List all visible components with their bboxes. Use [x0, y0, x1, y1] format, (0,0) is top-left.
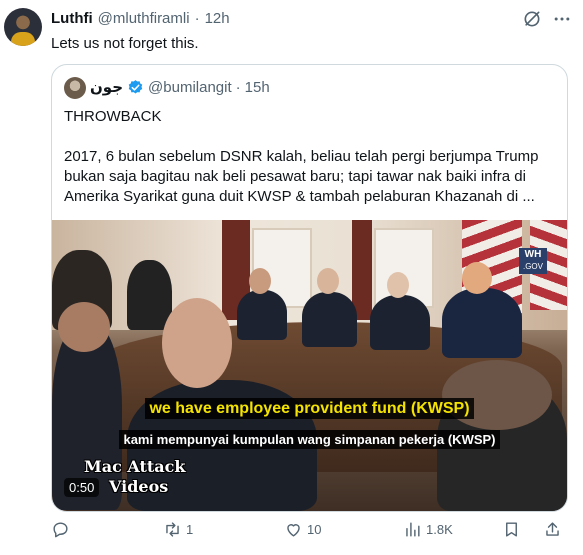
- watermark-line: Videos: [109, 477, 169, 496]
- quoted-author-avatar: [64, 77, 86, 99]
- quoted-tweet-card[interactable]: جون @bumilangit · 15h THROWBACK 2017, 6 …: [51, 64, 568, 512]
- like-button[interactable]: 10: [284, 520, 321, 539]
- tweet-text: Lets us not forget this.: [51, 35, 199, 52]
- tweet-actions-bar: 1 10 1.8K: [51, 520, 573, 546]
- views-count: 1.8K: [426, 522, 453, 537]
- channel-logo: WH .GOV: [519, 248, 547, 274]
- author-handle[interactable]: @mluthfiramli: [98, 10, 190, 27]
- caption-malay-text: kami mempunyai kumpulan wang simpanan pe…: [119, 430, 500, 449]
- reply-button[interactable]: [51, 520, 74, 539]
- reply-icon: [53, 522, 68, 538]
- grok-icon[interactable]: [522, 9, 542, 29]
- bookmark-icon: [506, 522, 517, 537]
- bookmark-button[interactable]: [502, 520, 521, 539]
- quoted-tweet-timestamp: 15h: [244, 78, 270, 96]
- video-watermark: Mac Attack Videos: [84, 457, 186, 497]
- quoted-tweet-text: THROWBACK 2017, 6 bulan sebelum DSNR kal…: [64, 107, 559, 207]
- quoted-text-line: Amerika Syarikat guna duit KWSP & tambah…: [64, 188, 535, 205]
- like-icon: [287, 524, 300, 537]
- author-display-name[interactable]: Luthfi: [51, 10, 93, 27]
- quoted-text-line: THROWBACK: [64, 108, 162, 125]
- separator-dot: ·: [235, 78, 241, 96]
- share-icon: [546, 522, 559, 536]
- video-player[interactable]: WH .GOV we have employee provident fund (…: [52, 220, 567, 511]
- tweet-timestamp[interactable]: 12h: [205, 10, 230, 27]
- retweet-count: 1: [186, 522, 194, 537]
- separator-dot: ·: [194, 10, 200, 27]
- quoted-author-display-name: جون: [90, 79, 124, 96]
- verified-icon: [128, 79, 143, 94]
- channel-logo-line2: .GOV: [522, 262, 543, 271]
- views-button[interactable]: 1.8K: [403, 520, 453, 539]
- views-icon: [406, 522, 420, 537]
- quoted-text-line: 2017, 6 bulan sebelum DSNR kalah, beliau…: [64, 148, 539, 165]
- share-button[interactable]: [543, 520, 562, 539]
- retweet-button[interactable]: 1: [163, 520, 193, 539]
- quoted-text-line: bukan saja bagitau nak beli pesawat baru…: [64, 168, 526, 185]
- tweet-header: Luthfi @mluthfiramli · 12h: [51, 10, 230, 27]
- watermark-line: Mac Attack: [84, 457, 186, 476]
- quoted-tweet-header: جون @bumilangit · 15h: [90, 78, 270, 97]
- video-caption-english: we have employee provident fund (KWSP): [52, 398, 567, 419]
- channel-logo-line1: WH: [524, 249, 542, 260]
- video-duration: 0:50: [64, 478, 100, 497]
- author-avatar[interactable]: [4, 8, 42, 46]
- retweet-icon: [166, 522, 179, 537]
- video-caption-malay: kami mempunyai kumpulan wang simpanan pe…: [52, 430, 567, 449]
- quoted-author-handle: @bumilangit: [148, 78, 232, 96]
- caption-english-text: we have employee provident fund (KWSP): [145, 398, 474, 419]
- more-icon[interactable]: [552, 9, 572, 29]
- like-count: 10: [307, 522, 322, 537]
